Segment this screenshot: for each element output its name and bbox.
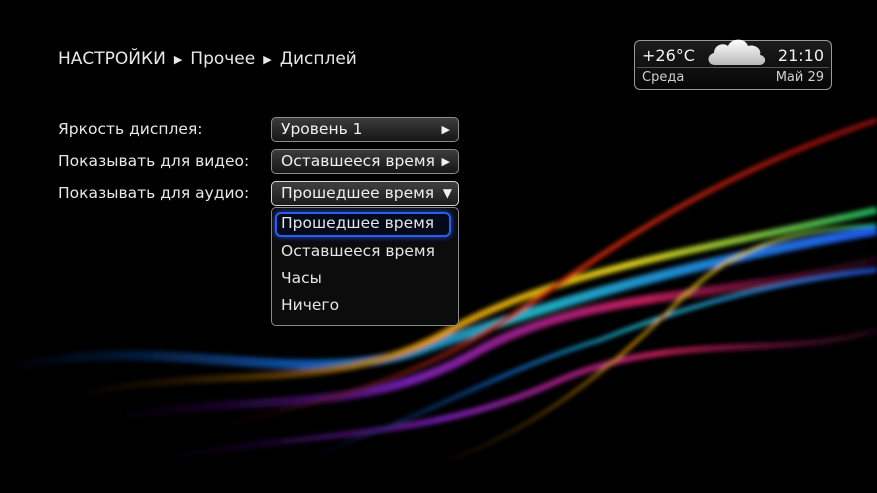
arrow-right-icon: ▶ xyxy=(441,155,450,168)
temperature: +26°C xyxy=(642,46,695,65)
weekday: Среда xyxy=(642,70,685,85)
dropdown-option-remaining[interactable]: Оставшееся время xyxy=(275,239,451,264)
show-for-video-select[interactable]: Оставшееся время ▶ xyxy=(271,149,459,174)
show-for-video-label: Показывать для видео: xyxy=(58,152,250,170)
breadcrumb-separator-icon: ▶ xyxy=(173,52,183,66)
show-for-audio-label: Показывать для аудио: xyxy=(58,184,250,202)
cloud-icon xyxy=(708,39,766,65)
weather-widget: +26°C 21:10 Среда Май 29 xyxy=(634,39,832,90)
select-value: Прошедшее время xyxy=(281,184,435,202)
breadcrumb: НАСТРОЙКИ ▶ Прочее ▶ Дисплей xyxy=(58,49,357,69)
breadcrumb-item-settings: НАСТРОЙКИ xyxy=(58,49,166,69)
date: Май 29 xyxy=(775,70,824,85)
breadcrumb-separator-icon: ▶ xyxy=(263,52,272,66)
breadcrumb-item-display: Дисплей xyxy=(279,49,357,69)
arrow-down-icon: ▼ xyxy=(442,186,452,200)
weather-divider xyxy=(637,67,829,68)
show-for-audio-dropdown: Прошедшее время Оставшееся время Часы Ни… xyxy=(271,207,459,326)
arrow-right-icon: ▶ xyxy=(441,123,450,136)
select-value: Уровень 1 xyxy=(281,120,363,138)
dropdown-option-clock[interactable]: Часы xyxy=(275,266,451,291)
clock-time: 21:10 xyxy=(777,46,824,65)
show-for-audio-select[interactable]: Прошедшее время ▼ xyxy=(271,181,459,206)
dropdown-option-elapsed[interactable]: Прошедшее время xyxy=(275,212,451,237)
dropdown-option-none[interactable]: Ничего xyxy=(275,293,451,318)
display-brightness-select[interactable]: Уровень 1 ▶ xyxy=(271,117,459,142)
select-value: Оставшееся время xyxy=(281,152,435,170)
breadcrumb-item-other: Прочее xyxy=(190,49,256,69)
display-brightness-label: Яркость дисплея: xyxy=(58,120,203,138)
